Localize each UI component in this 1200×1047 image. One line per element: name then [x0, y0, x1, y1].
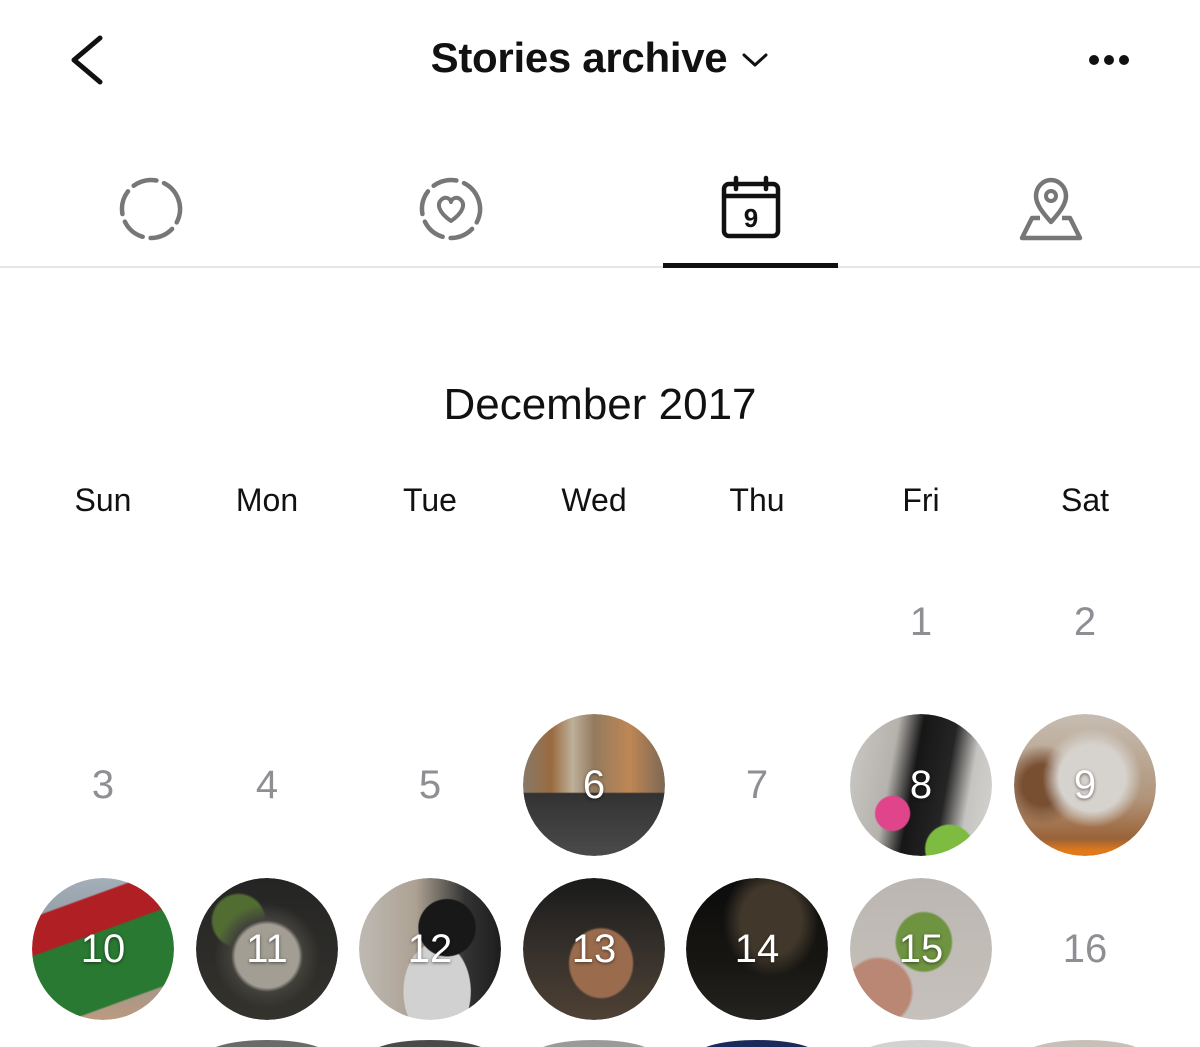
calendar-day: 7	[745, 762, 769, 807]
next-row-thumbnail	[861, 1040, 981, 1047]
weekday-tue: Tue	[403, 482, 457, 518]
calendar-day: 16	[1062, 926, 1108, 971]
calendar-icon: 9	[721, 175, 780, 239]
calendar-day-story[interactable]: 9	[1014, 714, 1156, 856]
calendar-day: 5	[418, 762, 442, 807]
more-horizontal-icon	[1089, 55, 1129, 65]
map-pin-icon	[1019, 177, 1082, 241]
tab-highlights[interactable]	[363, 150, 538, 266]
next-row-thumbnail	[207, 1040, 327, 1047]
calendar-day-story[interactable]: 6	[523, 714, 665, 856]
calendar-day: 3	[91, 762, 115, 807]
dashed-circle-icon	[119, 177, 182, 241]
chevron-down-icon	[742, 53, 768, 67]
weekday-mon: Mon	[235, 482, 299, 518]
next-row-thumbnail	[697, 1040, 817, 1047]
weekday-thu: Thu	[729, 482, 785, 518]
calendar-day-story[interactable]: 12	[359, 878, 501, 1020]
weekday-wed: Wed	[561, 482, 627, 518]
calendar-day: 4	[255, 762, 279, 807]
dashed-heart-circle-icon	[419, 177, 482, 241]
weekday-fri: Fri	[902, 482, 940, 518]
next-row-thumbnail	[370, 1040, 490, 1047]
more-options-button[interactable]	[1080, 40, 1140, 80]
calendar-day: 2	[1073, 599, 1097, 644]
next-row-thumbnail	[534, 1040, 654, 1047]
calendar-day-story[interactable]: 11	[196, 878, 338, 1020]
page-title: Stories archive	[430, 34, 728, 81]
archive-type-dropdown[interactable]: Stories archive	[431, 34, 770, 82]
next-row-thumbnail	[1025, 1040, 1145, 1047]
weekday-header: Sun Mon Tue Wed Thu Fri Sat	[0, 482, 1200, 522]
weekday-sun: Sun	[74, 482, 132, 518]
tab-stories[interactable]	[63, 150, 238, 266]
calendar-day-story[interactable]: 14	[686, 878, 828, 1020]
calendar-day-story[interactable]: 10	[32, 878, 174, 1020]
tab-calendar[interactable]: 9	[663, 150, 838, 268]
archive-tabs: 9	[0, 150, 1200, 268]
tab-map[interactable]	[963, 150, 1138, 266]
svg-text:9: 9	[743, 203, 757, 233]
weekday-sat: Sat	[1060, 482, 1110, 518]
month-label: December 2017	[443, 380, 757, 429]
top-bar: Stories archive	[0, 0, 1200, 120]
calendar-day-story[interactable]: 15	[850, 878, 992, 1020]
calendar-day-story[interactable]: 13	[523, 878, 665, 1020]
calendar-day: 1	[909, 599, 933, 644]
calendar-day-story[interactable]: 8	[850, 714, 992, 856]
